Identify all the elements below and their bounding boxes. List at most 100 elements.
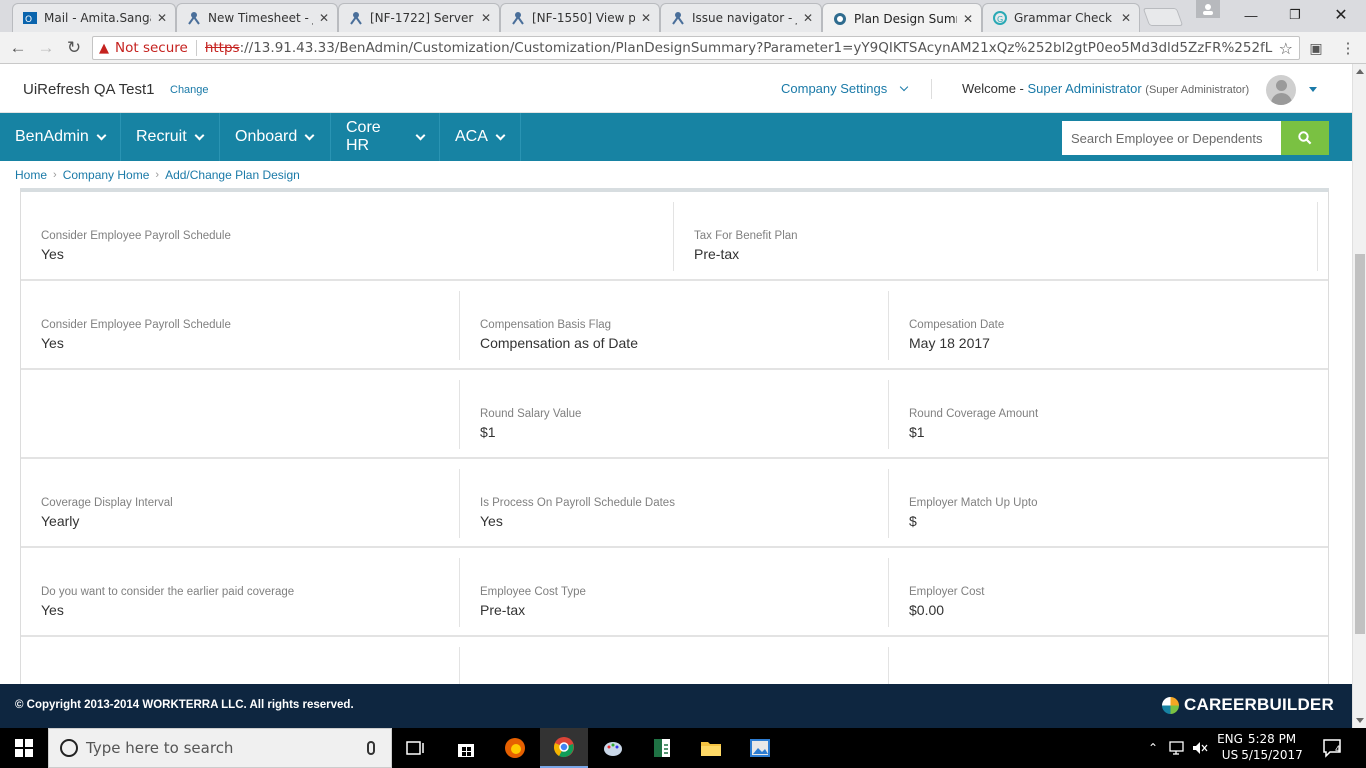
caret-down-icon[interactable]	[1309, 87, 1317, 92]
field-row: Do you want to consider the earlier paid…	[21, 548, 1328, 637]
menu-icon[interactable]: ⋮	[1338, 38, 1358, 58]
svg-text:G: G	[997, 15, 1003, 24]
close-icon[interactable]: ✕	[963, 12, 973, 26]
plan-design-summary-panel: Consider Employee Payroll Schedule Yes T…	[20, 188, 1329, 684]
field-cell: Employee Cost Type Pre-tax	[459, 558, 888, 627]
chevron-down-icon	[899, 82, 909, 92]
excel-icon[interactable]	[638, 728, 686, 768]
forward-arrow-icon[interactable]: →	[36, 38, 56, 58]
tab-issue-navigator[interactable]: Issue navigator - JI ✕	[660, 3, 822, 32]
breadcrumb-home[interactable]: Home	[15, 168, 47, 182]
welcome-text: Welcome - Super Administrator (Super Adm…	[962, 81, 1250, 96]
reload-icon[interactable]: ↻	[64, 38, 84, 58]
avatar[interactable]	[1266, 75, 1296, 105]
extension-icon[interactable]: ▣	[1306, 38, 1326, 58]
change-company-link[interactable]: Change	[170, 84, 209, 96]
tab-label: [NF-1722] Server E	[370, 11, 475, 25]
close-icon[interactable]: ✕	[157, 11, 167, 25]
close-icon[interactable]: ✕	[1121, 11, 1131, 25]
paint-icon[interactable]	[589, 728, 637, 768]
nav-recruit[interactable]: Recruit	[121, 113, 220, 161]
start-button[interactable]	[0, 728, 48, 768]
field-cell: Is Process On Payroll Schedule Dates Yes	[459, 469, 888, 538]
close-icon[interactable]: ✕	[641, 11, 651, 25]
tab-grammar-check[interactable]: G Grammar Check Or ✕	[982, 3, 1140, 32]
svg-text:O: O	[25, 15, 32, 25]
tab-label: [NF-1550] View pla	[532, 11, 635, 25]
close-icon[interactable]: ✕	[481, 11, 491, 25]
outlook-icon: O	[23, 11, 37, 25]
vertical-scrollbar[interactable]	[1352, 64, 1366, 728]
tab-label: Plan Design Summ	[854, 11, 957, 26]
chevron-down-icon	[96, 130, 107, 140]
jira-icon	[187, 11, 201, 25]
scroll-down-arrow-icon[interactable]	[1356, 718, 1364, 723]
cortana-icon	[60, 739, 78, 757]
chevron-up-icon[interactable]: ⌃	[1144, 728, 1162, 768]
breadcrumb-company-home[interactable]: Company Home	[63, 168, 150, 182]
browser-profile-icon[interactable]	[1196, 0, 1220, 18]
field-row: Consider Employee Payroll Schedule Yes C…	[21, 281, 1328, 370]
scroll-up-arrow-icon[interactable]	[1356, 69, 1364, 74]
photos-app-icon[interactable]	[736, 728, 784, 768]
notification-count: 4	[1335, 745, 1341, 755]
nav-core-hr[interactable]: Core HR	[331, 113, 440, 161]
user-name-link[interactable]: Super Administrator	[1028, 81, 1142, 96]
action-center-icon[interactable]: 4	[1322, 738, 1344, 758]
tab-new-timesheet[interactable]: New Timesheet - JI ✕	[176, 3, 338, 32]
address-bar[interactable]: ▲ Not secure https://13.91.43.33/BenAdmi…	[92, 36, 1300, 60]
nav-benadmin[interactable]: BenAdmin	[0, 113, 121, 161]
field-cell: Round Salary Value $1	[459, 380, 888, 449]
chevron-down-icon	[194, 130, 205, 140]
tab-label: Mail - Amita.Sanga	[44, 11, 151, 25]
network-icon[interactable]	[1166, 728, 1188, 768]
main-nav: BenAdmin Recruit Onboard Core HR ACA	[0, 113, 1352, 161]
tab-plan-design-summary[interactable]: Plan Design Summ ✕	[822, 3, 982, 33]
back-arrow-icon[interactable]: ←	[8, 38, 28, 58]
taskbar-search-placeholder: Type here to search	[86, 739, 234, 757]
tab-nf-1550[interactable]: [NF-1550] View pla ✕	[500, 3, 660, 32]
close-icon[interactable]: ✕	[803, 11, 813, 25]
chrome-icon[interactable]	[540, 728, 588, 768]
user-role: (Super Administrator)	[1145, 84, 1250, 96]
close-icon[interactable]: ✕	[319, 11, 329, 25]
field-cell	[888, 647, 1318, 684]
taskbar-search-box[interactable]: Type here to search	[48, 728, 392, 768]
close-window-icon[interactable]: ✕	[1318, 0, 1364, 30]
volume-muted-icon[interactable]	[1190, 728, 1210, 768]
jira-icon	[671, 11, 685, 25]
store-icon[interactable]	[442, 728, 490, 768]
search-button[interactable]	[1281, 121, 1329, 155]
breadcrumb: Home › Company Home › Add/Change Plan De…	[15, 168, 300, 182]
company-settings-label: Company Settings	[781, 81, 888, 96]
tab-nf-1722[interactable]: [NF-1722] Server E ✕	[338, 3, 500, 32]
restore-icon[interactable]: ❐	[1272, 0, 1318, 30]
system-clock[interactable]: 5:28 PM 5/15/2017	[1240, 731, 1304, 763]
company-settings-dropdown[interactable]: Company Settings	[781, 81, 909, 96]
field-row: Consider Employee Payroll Schedule Yes T…	[21, 192, 1328, 281]
new-tab-button[interactable]	[1142, 8, 1184, 26]
chevron-down-icon	[415, 130, 426, 140]
field-cell	[459, 647, 888, 684]
nav-aca[interactable]: ACA	[440, 113, 521, 161]
security-label: Not secure	[115, 40, 188, 56]
field-cell: Coverage Display Interval Yearly	[41, 497, 173, 529]
nav-onboard[interactable]: Onboard	[220, 113, 331, 161]
task-view-icon[interactable]	[392, 728, 440, 768]
tab-mail[interactable]: O Mail - Amita.Sanga ✕	[12, 3, 176, 32]
tab-label: New Timesheet - JI	[208, 11, 313, 25]
file-explorer-icon[interactable]	[687, 728, 735, 768]
firefox-icon[interactable]	[491, 728, 539, 768]
bookmark-star-icon[interactable]: ☆	[1279, 39, 1293, 58]
app-header: UiRefresh QA Test1 Change Company Settin…	[0, 64, 1352, 113]
chevron-down-icon	[495, 130, 506, 140]
employee-search-input[interactable]	[1062, 121, 1282, 155]
company-name: UiRefresh QA Test1	[23, 81, 155, 98]
breadcrumb-current[interactable]: Add/Change Plan Design	[165, 168, 300, 182]
scrollbar-thumb[interactable]	[1355, 254, 1365, 634]
browser-toolbar: ← → ↻ ▲ Not secure https://13.91.43.33/B…	[0, 32, 1366, 64]
chevron-down-icon	[304, 130, 315, 140]
field-cell: Employer Cost $0.00	[888, 558, 1318, 627]
microphone-icon[interactable]	[367, 741, 375, 755]
minimize-icon[interactable]: —	[1228, 0, 1274, 30]
